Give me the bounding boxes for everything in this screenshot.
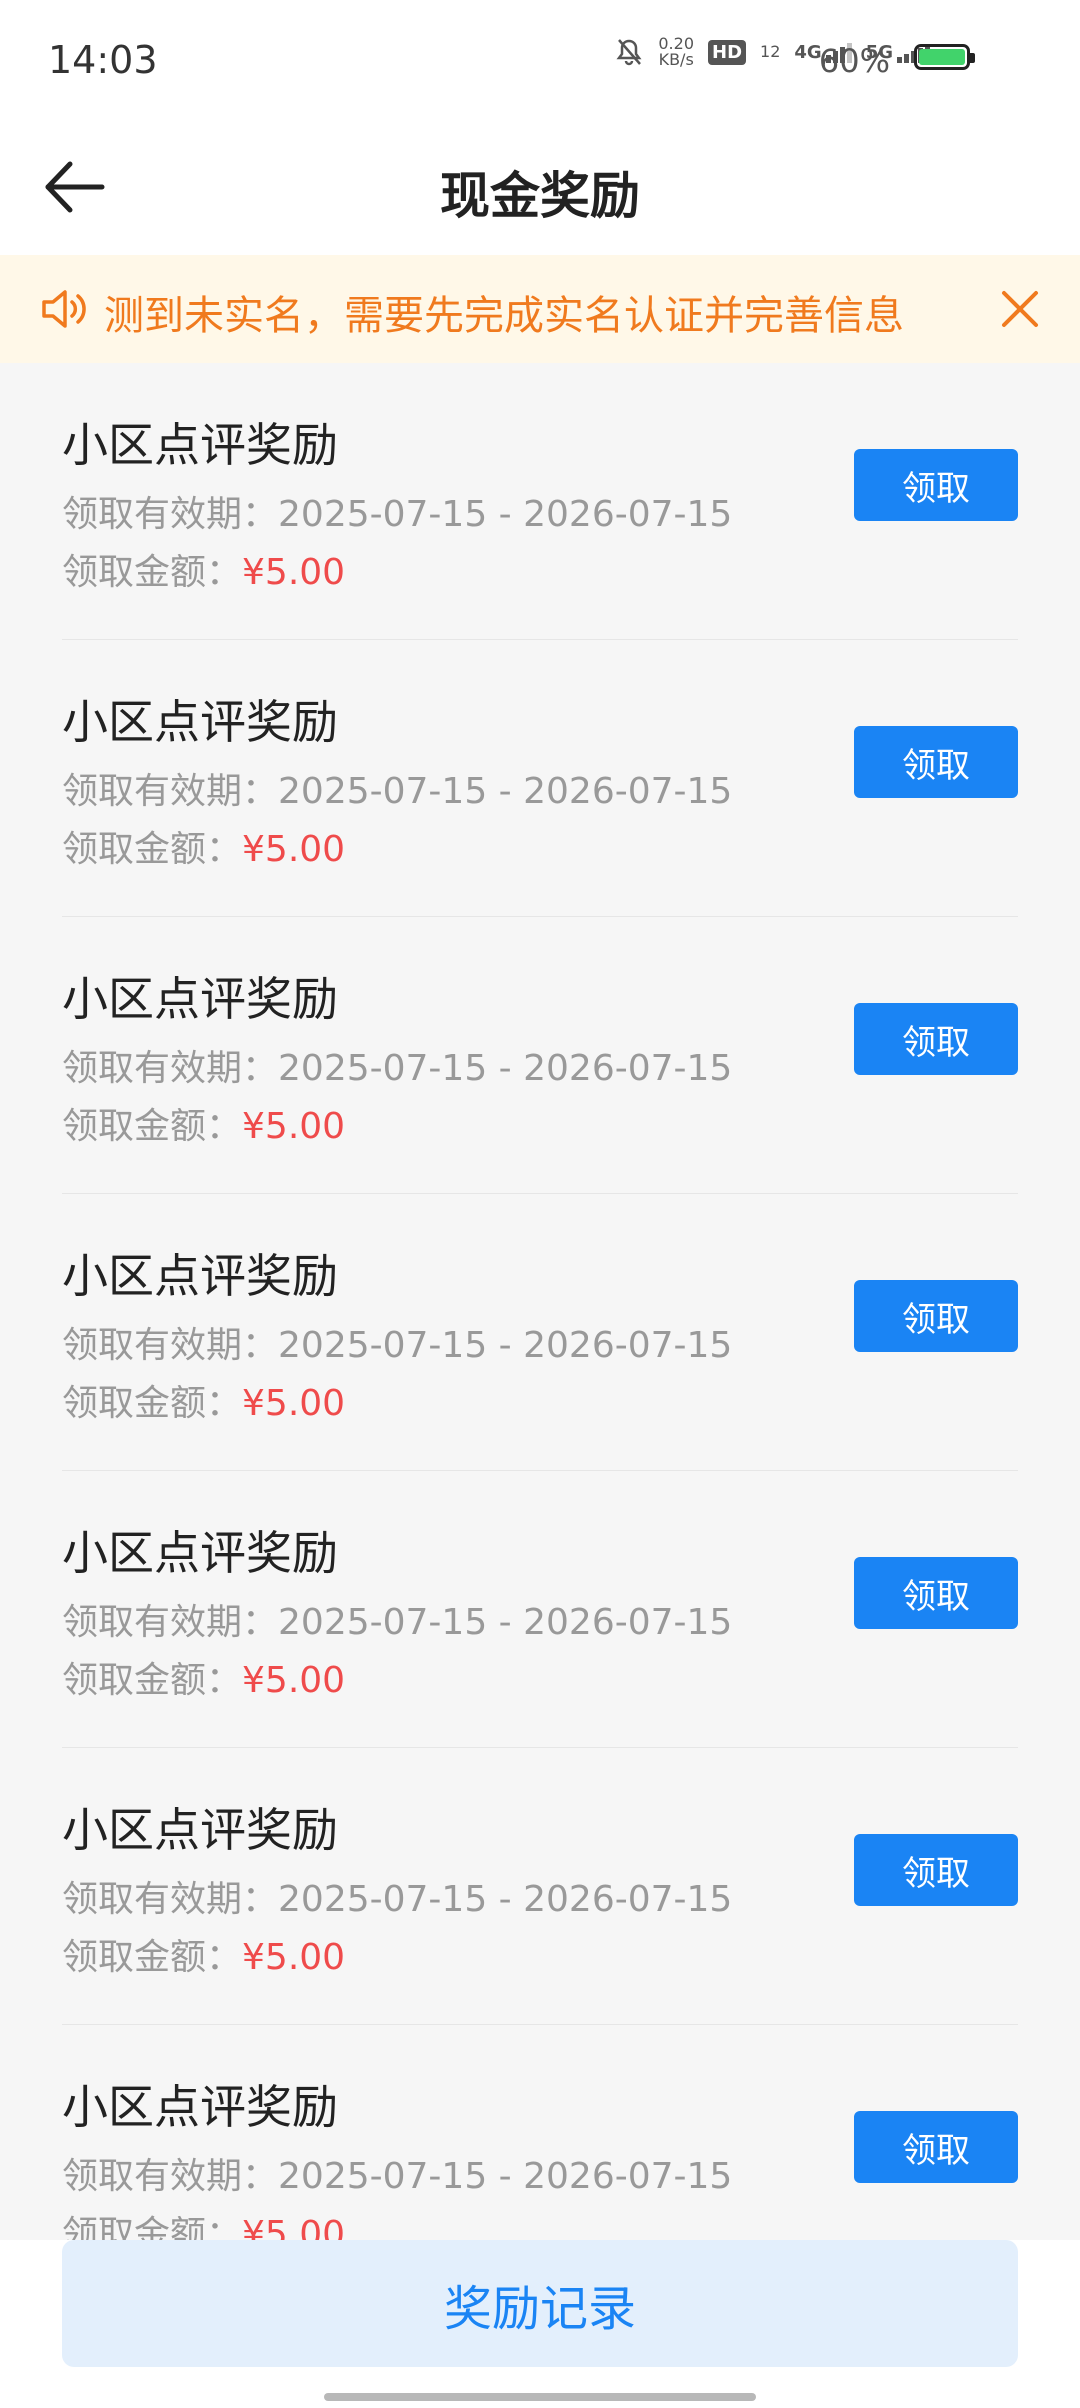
validity-value: 2025-07-15 - 2026-07-15 [278, 1048, 733, 1089]
reward-title: 小区点评奖励 [62, 2080, 338, 2134]
battery-icon [914, 44, 975, 70]
validity-value: 2025-07-15 - 2026-07-15 [278, 1602, 733, 1643]
list-item: 小区点评奖励 领取有效期：2025-07-15 - 2026-07-15 领取金… [62, 1471, 1018, 1748]
notice-text: 测到未实名，需要先完成实名认证并完善信息 [104, 293, 904, 339]
validity-label: 领取有效期： [62, 494, 279, 535]
reward-list: 小区点评奖励 领取有效期：2025-07-15 - 2026-07-15 领取金… [62, 363, 1018, 2301]
amount-label: 领取金额： [62, 1383, 243, 1424]
validity-value: 2025-07-15 - 2026-07-15 [278, 771, 733, 812]
close-icon[interactable] [998, 287, 1042, 331]
reward-title: 小区点评奖励 [62, 972, 338, 1026]
reward-amount: 领取金额：¥5.00 [62, 1097, 345, 1149]
reward-amount: 领取金额：¥5.00 [62, 1374, 345, 1426]
reward-records-button[interactable]: 奖励记录 [62, 2240, 1018, 2367]
claim-button[interactable]: 领取 [854, 1557, 1018, 1629]
sim-slot-indicator: 12 [760, 42, 781, 61]
network-speed: 0.20 KB/s [658, 36, 694, 68]
signal-4g-label: 4G [794, 41, 822, 63]
reward-amount: 领取金额：¥5.00 [62, 543, 345, 595]
validity-label: 领取有效期： [62, 2156, 279, 2197]
list-item: 小区点评奖励 领取有效期：2025-07-15 - 2026-07-15 领取金… [62, 1748, 1018, 2025]
amount-value: ¥5.00 [242, 1660, 346, 1701]
reward-title: 小区点评奖励 [62, 1526, 338, 1580]
validity-period: 领取有效期：2025-07-15 - 2026-07-15 [62, 762, 732, 814]
page-title: 现金奖励 [440, 167, 640, 225]
validity-period: 领取有效期：2025-07-15 - 2026-07-15 [62, 1593, 732, 1645]
hd-icon: HD [708, 39, 747, 65]
notice-banner: 测到未实名，需要先完成实名认证并完善信息 [0, 255, 1080, 363]
validity-period: 领取有效期：2025-07-15 - 2026-07-15 [62, 1316, 732, 1368]
claim-button[interactable]: 领取 [854, 1003, 1018, 1075]
validity-label: 领取有效期： [62, 1602, 279, 1643]
claim-button[interactable]: 领取 [854, 726, 1018, 798]
status-bar: 14:03 0.20 KB/s HD 12 4G 5G 60% [0, 0, 1080, 120]
amount-value: ¥5.00 [242, 552, 346, 593]
list-item: 小区点评奖励 领取有效期：2025-07-15 - 2026-07-15 领取金… [62, 640, 1018, 917]
bottom-bar: 奖励记录 [0, 2240, 1080, 2408]
mute-notification-icon [616, 39, 642, 66]
home-indicator[interactable] [324, 2393, 756, 2401]
claim-button[interactable]: 领取 [854, 1280, 1018, 1352]
claim-button[interactable]: 领取 [854, 2111, 1018, 2183]
amount-label: 领取金额： [62, 1937, 243, 1978]
validity-period: 领取有效期：2025-07-15 - 2026-07-15 [62, 1870, 732, 1922]
navigation-header: 现金奖励 [0, 120, 1080, 255]
validity-value: 2025-07-15 - 2026-07-15 [278, 1879, 733, 1920]
list-item: 小区点评奖励 领取有效期：2025-07-15 - 2026-07-15 领取金… [62, 363, 1018, 640]
validity-value: 2025-07-15 - 2026-07-15 [278, 1325, 733, 1366]
validity-value: 2025-07-15 - 2026-07-15 [278, 2156, 733, 2197]
validity-period: 领取有效期：2025-07-15 - 2026-07-15 [62, 485, 732, 537]
list-item: 小区点评奖励 领取有效期：2025-07-15 - 2026-07-15 领取金… [62, 1194, 1018, 1471]
validity-label: 领取有效期： [62, 1879, 279, 1920]
amount-label: 领取金额： [62, 552, 243, 593]
validity-period: 领取有效期：2025-07-15 - 2026-07-15 [62, 1039, 732, 1091]
validity-label: 领取有效期： [62, 1325, 279, 1366]
status-time: 14:03 [48, 38, 158, 82]
speaker-icon [42, 290, 86, 328]
network-speed-unit: KB/s [658, 50, 694, 69]
amount-label: 领取金额： [62, 1106, 243, 1147]
screen: 14:03 0.20 KB/s HD 12 4G 5G 60% 现金奖励 测到未… [0, 0, 1080, 2408]
reward-title: 小区点评奖励 [62, 418, 338, 472]
validity-value: 2025-07-15 - 2026-07-15 [278, 494, 733, 535]
validity-label: 领取有效期： [62, 1048, 279, 1089]
reward-amount: 领取金额：¥5.00 [62, 1651, 345, 1703]
amount-label: 领取金额： [62, 829, 243, 870]
reward-title: 小区点评奖励 [62, 695, 338, 749]
validity-period: 领取有效期：2025-07-15 - 2026-07-15 [62, 2147, 732, 2199]
amount-label: 领取金额： [62, 1660, 243, 1701]
reward-amount: 领取金额：¥5.00 [62, 820, 345, 872]
claim-button[interactable]: 领取 [854, 449, 1018, 521]
battery-percentage: 60% [818, 42, 890, 80]
amount-value: ¥5.00 [242, 829, 346, 870]
reward-title: 小区点评奖励 [62, 1249, 338, 1303]
reward-title: 小区点评奖励 [62, 1803, 338, 1857]
validity-label: 领取有效期： [62, 771, 279, 812]
claim-button[interactable]: 领取 [854, 1834, 1018, 1906]
amount-value: ¥5.00 [242, 1383, 346, 1424]
amount-value: ¥5.00 [242, 1106, 346, 1147]
list-item: 小区点评奖励 领取有效期：2025-07-15 - 2026-07-15 领取金… [62, 917, 1018, 1194]
reward-amount: 领取金额：¥5.00 [62, 1928, 345, 1980]
amount-value: ¥5.00 [242, 1937, 346, 1978]
